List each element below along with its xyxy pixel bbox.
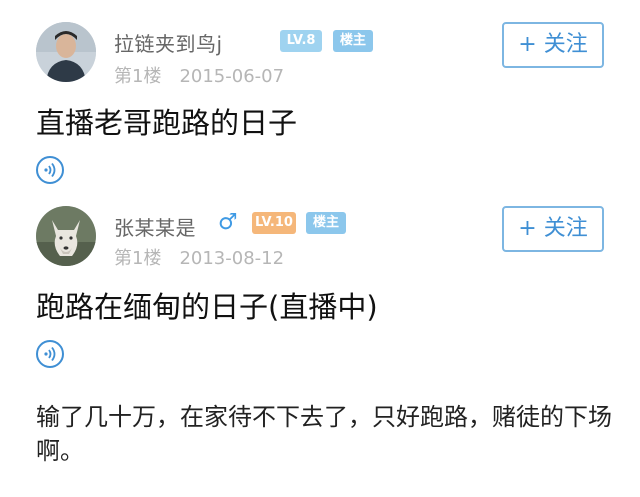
voice-play-icon[interactable] [36,340,64,368]
post-meta: 第1楼 2013-08-12 [114,244,284,270]
level-badge: LV.10 [252,212,296,234]
voice-play-icon[interactable] [36,156,64,184]
username[interactable]: 张某某是 [114,212,196,241]
floor-number: 第1楼 [114,248,162,269]
post-date: 2013-08-12 [179,248,285,269]
wolf-avatar-icon [36,206,96,266]
floor-number: 第1楼 [114,66,162,87]
username[interactable]: 拉链夹到鸟j [114,28,223,57]
post-title: 直播老哥跑路的日子 [36,106,298,140]
follow-button[interactable]: + 关注 [502,206,604,252]
post-date: 2015-06-07 [179,66,285,87]
user-avatar[interactable] [36,206,96,266]
host-badge: 楼主 [333,30,373,52]
follow-button[interactable]: + 关注 [502,22,604,68]
post-meta: 第1楼 2015-06-07 [114,62,284,88]
person-avatar-icon [36,22,96,82]
post-title: 跑路在缅甸的日子(直播中) [36,290,378,324]
male-symbol-icon: ♂ [218,210,238,235]
user-avatar[interactable] [36,22,96,82]
level-badge: LV.8 [280,30,322,52]
post-body: 输了几十万，在家待不下去了，只好跑路，赌徒的下场啊。 [36,403,612,465]
host-badge: 楼主 [306,212,346,234]
